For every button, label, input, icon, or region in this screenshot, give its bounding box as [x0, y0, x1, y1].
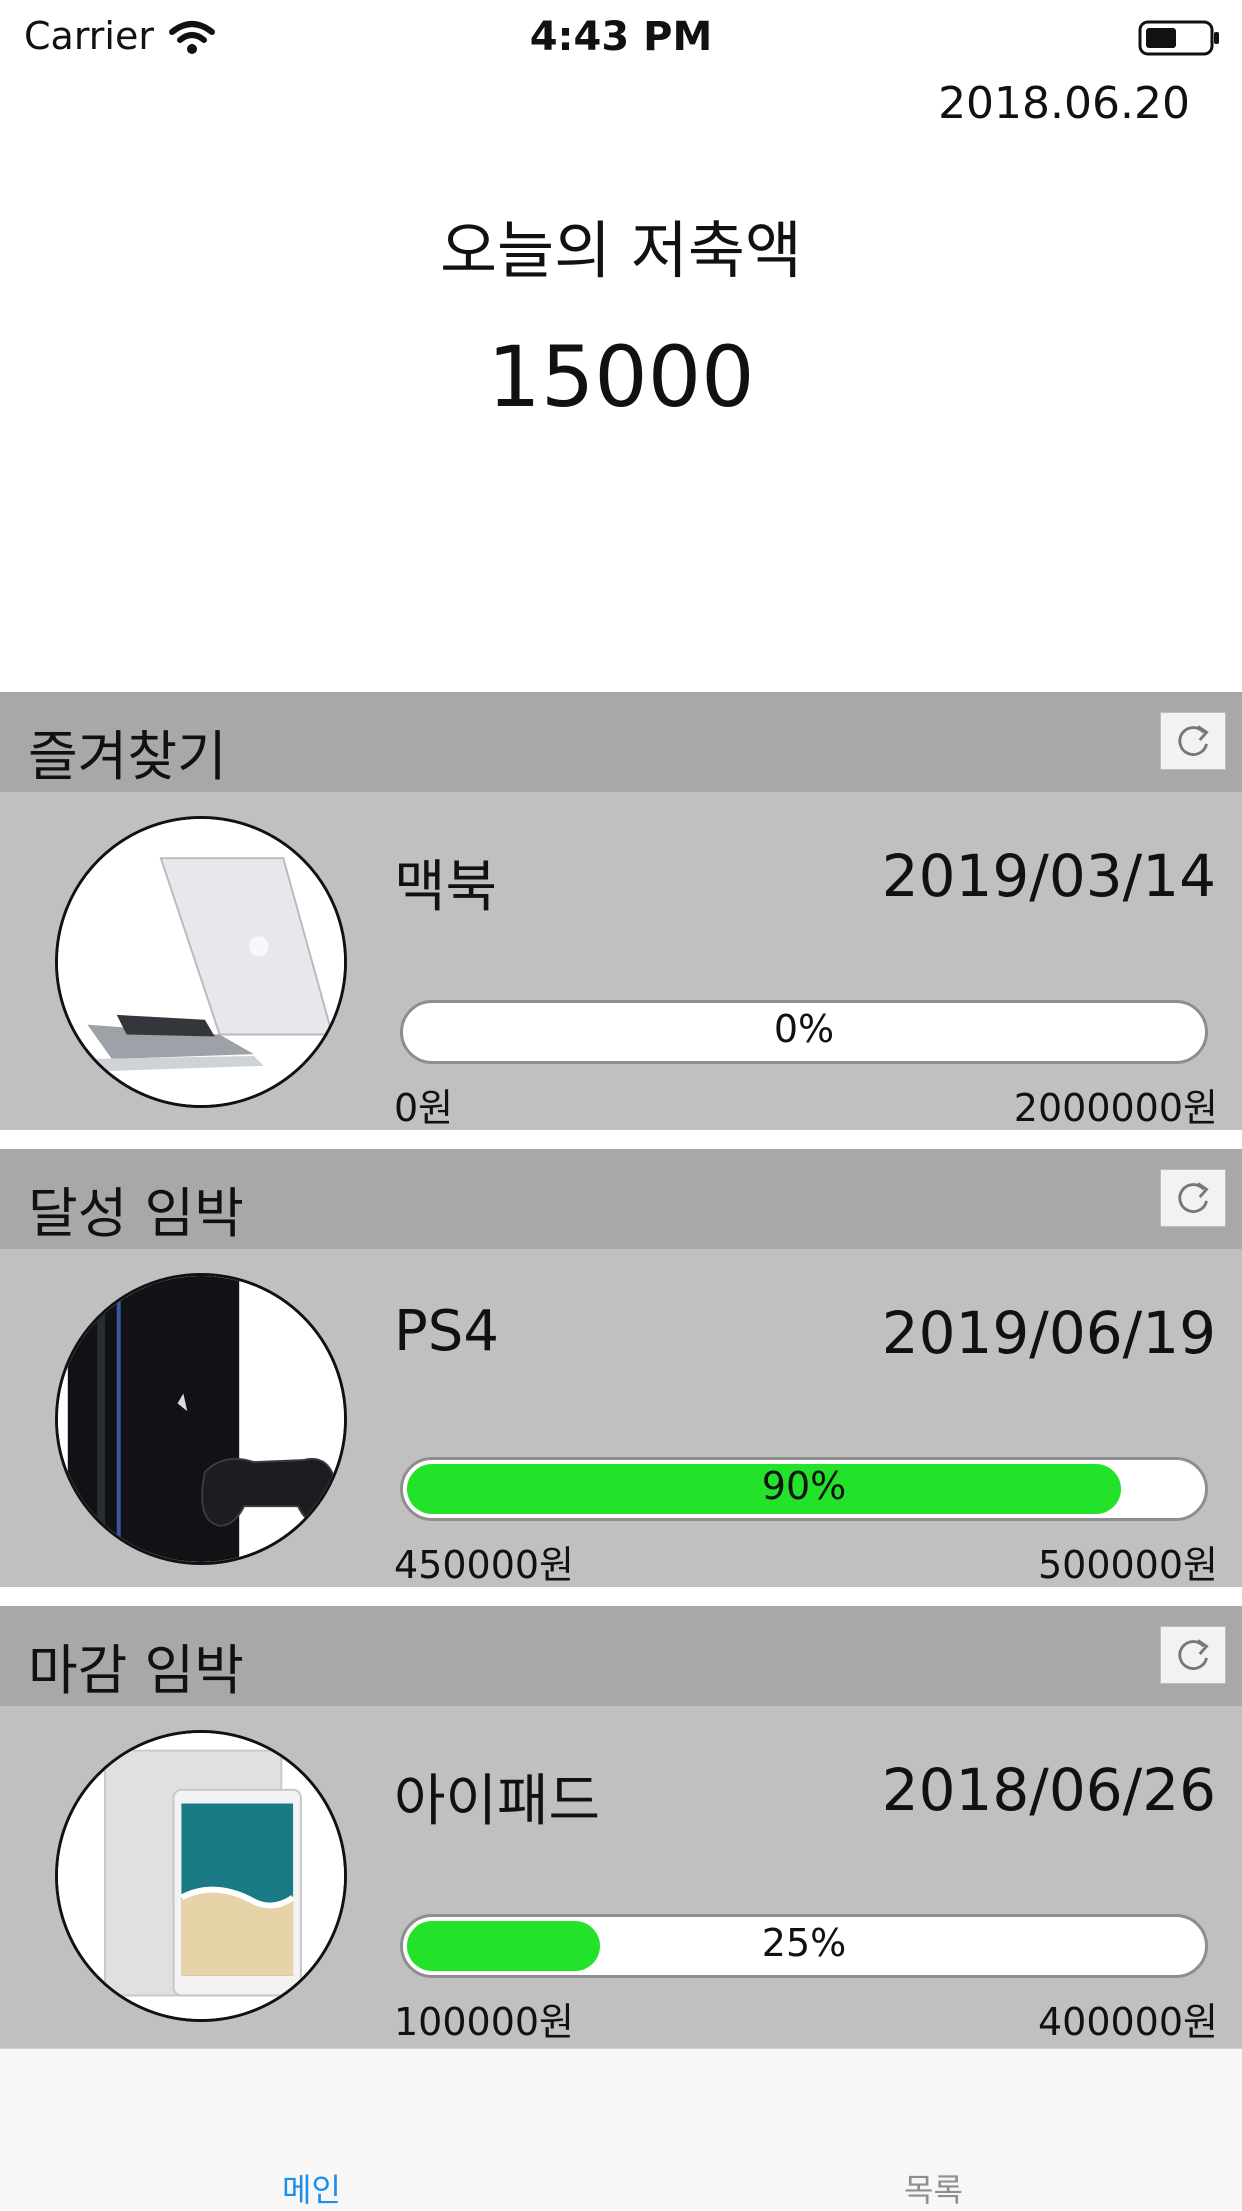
section-header-deadline-soon: 마감 임박	[0, 1606, 1242, 1706]
status-bar: Carrier 4:43 PM	[0, 0, 1242, 76]
progress-bar: 25%	[400, 1914, 1208, 1978]
goal-due-date: 2019/06/19	[881, 1299, 1216, 1367]
current-saved: 450000원	[394, 1543, 575, 1587]
refresh-button[interactable]	[1160, 1169, 1226, 1227]
refresh-icon	[1178, 1639, 1209, 1671]
goal-due-date: 2018/06/26	[881, 1756, 1216, 1824]
target-price: 500000원	[1037, 1543, 1218, 1587]
refresh-button[interactable]	[1160, 712, 1226, 770]
refresh-icon	[1178, 725, 1209, 757]
ipad-image	[55, 1730, 347, 2022]
section-header-almost-achieved: 달성 임박	[0, 1149, 1242, 1249]
target-price: 2000000원	[1013, 1086, 1218, 1130]
page-title: 오늘의 저축액	[440, 214, 802, 287]
progress-label: 90%	[761, 1464, 847, 1508]
status-time: 4:43 PM	[529, 14, 713, 60]
goal-name: 아이패드	[394, 1769, 601, 1834]
section-header-favorites: 즐겨찾기	[0, 692, 1242, 792]
section-label: 마감 임박	[28, 1639, 244, 1702]
progress-bar: 0%	[400, 1000, 1208, 1064]
macbook-image	[55, 816, 347, 1108]
goal-card-ps4[interactable]: PS4 2019/06/19 90% 450000원 500000원	[0, 1249, 1242, 1587]
progress-label: 25%	[761, 1921, 847, 1965]
goal-card-ipad[interactable]: 아이패드 2018/06/26 25% 100000원 400000원	[0, 1706, 1242, 2048]
refresh-icon	[1178, 1182, 1209, 1214]
savings-amount: 15000	[487, 328, 755, 426]
goal-name: 맥북	[394, 855, 498, 920]
ps4-image	[55, 1273, 347, 1565]
target-price: 400000원	[1037, 2000, 1218, 2044]
goal-card-macbook[interactable]: 맥북 2019/03/14 0% 0원 2000000원	[0, 792, 1242, 1130]
section-label: 즐겨찾기	[28, 725, 227, 788]
section-label: 달성 임박	[28, 1182, 244, 1245]
tab-bar: 메인 목록	[0, 2048, 1242, 2209]
current-saved: 100000원	[394, 2000, 575, 2044]
battery-icon	[1138, 20, 1219, 56]
refresh-button[interactable]	[1160, 1626, 1226, 1684]
progress-label: 0%	[773, 1007, 835, 1051]
goal-name: PS4	[394, 1299, 499, 1364]
current-date: 2018.06.20	[938, 78, 1190, 129]
tab-main[interactable]: 메인	[282, 2165, 341, 2211]
tab-list[interactable]: 목록	[904, 2165, 963, 2211]
progress-bar: 90%	[400, 1457, 1208, 1521]
current-saved: 0원	[394, 1086, 454, 1130]
goal-due-date: 2019/03/14	[881, 842, 1216, 910]
